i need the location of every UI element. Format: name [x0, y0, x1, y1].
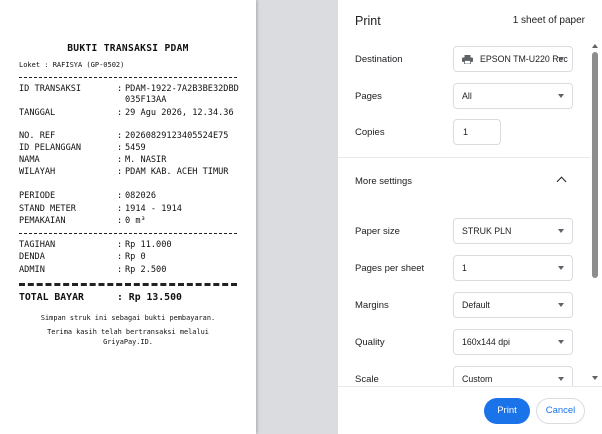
panel-header: Print 1 sheet of paper [338, 0, 602, 40]
quality-row: Quality 160x144 dpi [338, 329, 590, 359]
panel-footer: Print Cancel [338, 386, 602, 434]
margins-select[interactable]: Default [453, 292, 573, 318]
margins-label: Margins [355, 300, 389, 311]
printer-icon [462, 55, 473, 64]
receipt-divider [19, 77, 237, 78]
print-button[interactable]: Print [484, 398, 530, 424]
receipt-page: BUKTI TRANSAKSI PDAM Loket : RAFISYA (GP… [0, 0, 256, 434]
scale-label: Scale [355, 374, 379, 385]
receipt-footer-note: Simpan struk ini sebagai bukti pembayara… [40, 314, 216, 322]
quality-select[interactable]: 160x144 dpi [453, 329, 573, 355]
total-label: TOTAL BAYAR [19, 292, 84, 303]
receipt-total: TOTAL BAYAR : Rp 13.500 [19, 292, 239, 303]
scale-value: Custom [462, 374, 493, 384]
settings-scrollbar[interactable] [590, 40, 599, 386]
pages-label: Pages [355, 91, 382, 102]
receipt-divider [19, 233, 237, 234]
print-title: Print [355, 14, 381, 28]
print-preview-area: BUKTI TRANSAKSI PDAM Loket : RAFISYA (GP… [0, 0, 338, 434]
pages-select[interactable]: All [453, 83, 573, 109]
cancel-button[interactable]: Cancel [536, 398, 585, 424]
section-divider [338, 157, 590, 158]
more-settings-toggle[interactable]: More settings [338, 162, 590, 202]
pages-per-sheet-value: 1 [462, 263, 467, 273]
paper-size-select[interactable]: STRUK PLN [453, 218, 573, 244]
quality-value: 160x144 dpi [462, 337, 510, 347]
receipt-loket: Loket : RAFISYA (GP-0502) [19, 61, 125, 69]
sheet-count: 1 sheet of paper [512, 15, 585, 26]
paper-size-label: Paper size [355, 226, 400, 237]
paper-size-row: Paper size STRUK PLN [338, 218, 590, 248]
pages-row: Pages All [338, 83, 590, 113]
destination-value: EPSON TM-U220 Rec [480, 54, 568, 64]
scale-row: Scale Custom [338, 366, 590, 386]
chevron-down-icon [558, 266, 564, 270]
margins-row: Margins Default [338, 292, 590, 322]
paper-size-value: STRUK PLN [462, 226, 512, 236]
receipt-divider-thick [19, 283, 237, 286]
destination-row: Destination EPSON TM-U220 Rec [338, 46, 590, 76]
chevron-up-icon [556, 176, 567, 187]
scroll-down-arrow-icon[interactable] [592, 376, 598, 380]
pages-value: All [462, 91, 472, 101]
copies-row: Copies 1 [338, 119, 590, 149]
receipt-footer-thanks: Terima kasih telah bertransaksi melalui [47, 328, 209, 336]
pages-per-sheet-label: Pages per sheet [355, 263, 425, 274]
chevron-down-icon [558, 303, 564, 307]
chevron-down-icon [558, 377, 564, 381]
total-value: : Rp 13.500 [117, 292, 182, 303]
chevron-down-icon [558, 340, 564, 344]
quality-label: Quality [355, 337, 385, 348]
copies-input[interactable]: 1 [453, 119, 501, 145]
scale-select[interactable]: Custom [453, 366, 573, 386]
destination-select[interactable]: EPSON TM-U220 Rec [453, 46, 573, 72]
margins-value: Default [462, 300, 490, 310]
scroll-up-arrow-icon[interactable] [592, 44, 598, 48]
scrollbar-thumb[interactable] [592, 52, 598, 278]
more-settings-label: More settings [355, 176, 413, 187]
settings-scroll-area[interactable]: Destination EPSON TM-U220 Rec Pages All … [338, 40, 602, 386]
pages-per-sheet-select[interactable]: 1 [453, 255, 573, 281]
pages-per-sheet-row: Pages per sheet 1 [338, 255, 590, 285]
receipt-footer-brand: GriyaPay.ID. [103, 338, 153, 346]
copies-label: Copies [355, 127, 385, 138]
chevron-down-icon [558, 94, 564, 98]
print-settings-panel: Print 1 sheet of paper Destination EPSON… [338, 0, 602, 434]
destination-label: Destination [355, 54, 403, 65]
chevron-down-icon [558, 229, 564, 233]
chevron-down-icon [558, 57, 564, 61]
receipt-title: BUKTI TRANSAKSI PDAM [67, 43, 189, 54]
